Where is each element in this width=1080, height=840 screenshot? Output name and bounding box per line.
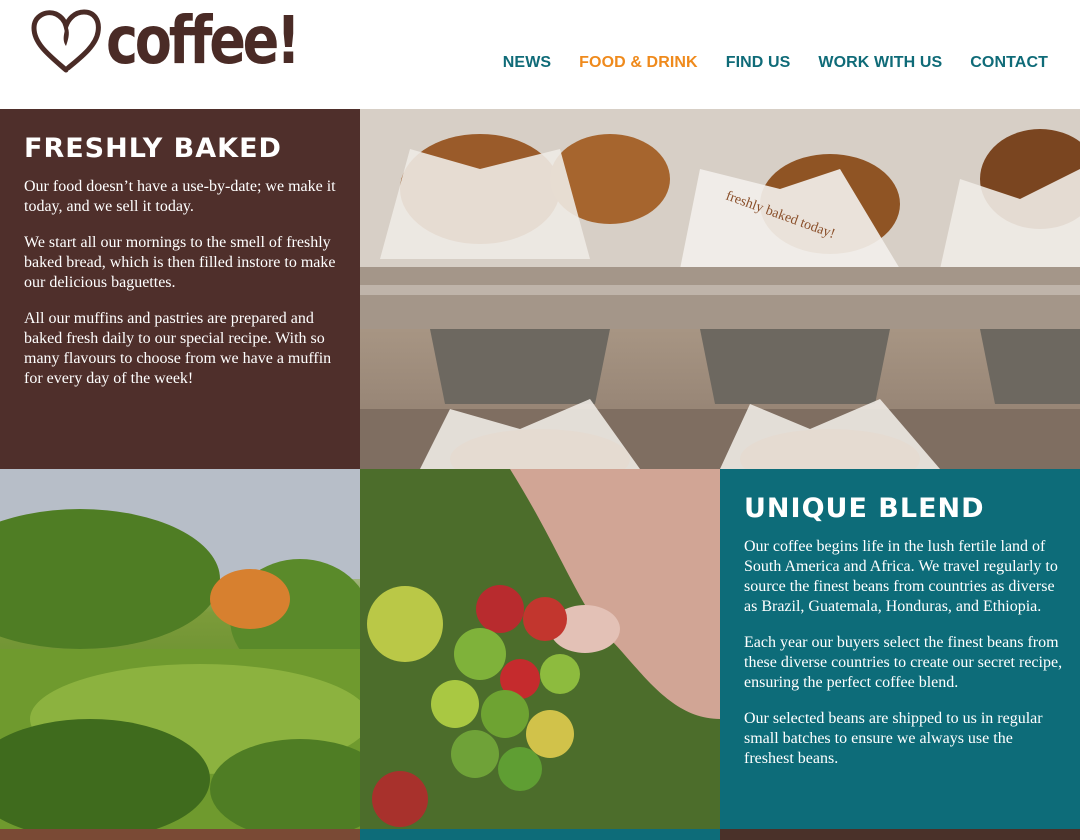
tin-cup [430,329,610,404]
next-row-image [720,829,1080,840]
coffee-cherries-image [360,469,720,829]
muffins-image: freshly baked today! [360,109,1080,469]
freshly-baked-paragraph: All our muffins and pastries are prepare… [24,310,332,387]
freshly-baked-paragraph: We start all our mornings to the smell o… [24,234,336,291]
freshly-baked-panel: FRESHLY BAKED Our food doesn’t have a us… [0,109,360,469]
freshly-baked-title: FRESHLY BAKED [24,133,282,164]
cherries-illustration [360,469,720,829]
nav-find-us[interactable]: FIND US [726,54,791,72]
plantation-illustration [0,469,360,829]
unique-blend-paragraph: Each year our buyers select the finest b… [744,634,1063,691]
unique-blend-title: UNIQUE BLEND [744,493,985,524]
freshly-baked-paragraph: Our food doesn’t have a use-by-date; we … [24,178,336,215]
next-row-image [0,829,360,840]
unique-blend-paragraph: Our selected beans are shipped to us in … [744,710,1043,767]
site-logo[interactable]: coffee! [30,6,340,76]
nav-news[interactable]: NEWS [503,54,551,72]
heart-icon [31,9,101,73]
unique-blend-paragraph: Our coffee begins life in the lush ferti… [744,538,1058,615]
tray-rail [360,267,1080,329]
muffins-illustration: freshly baked today! [360,109,1080,469]
tin-cup [700,329,890,404]
nav-contact[interactable]: CONTACT [970,54,1048,72]
next-row-panel [360,829,720,840]
nav-food-drink[interactable]: FOOD & DRINK [579,54,698,72]
unique-blend-panel: UNIQUE BLEND Our coffee begins life in t… [720,469,1080,829]
site-header: coffee! NEWS FOOD & DRINK FIND US WORK W… [0,0,1080,109]
nav-work-with-us[interactable]: WORK WITH US [818,54,942,72]
tin-cup [980,329,1080,404]
logo-wordmark: coffee! [106,2,301,79]
muffin-row-top: freshly baked today! [360,109,1080,269]
coffee-plantation-image [0,469,360,829]
main-nav: NEWS FOOD & DRINK FIND US WORK WITH US C… [503,54,1048,72]
